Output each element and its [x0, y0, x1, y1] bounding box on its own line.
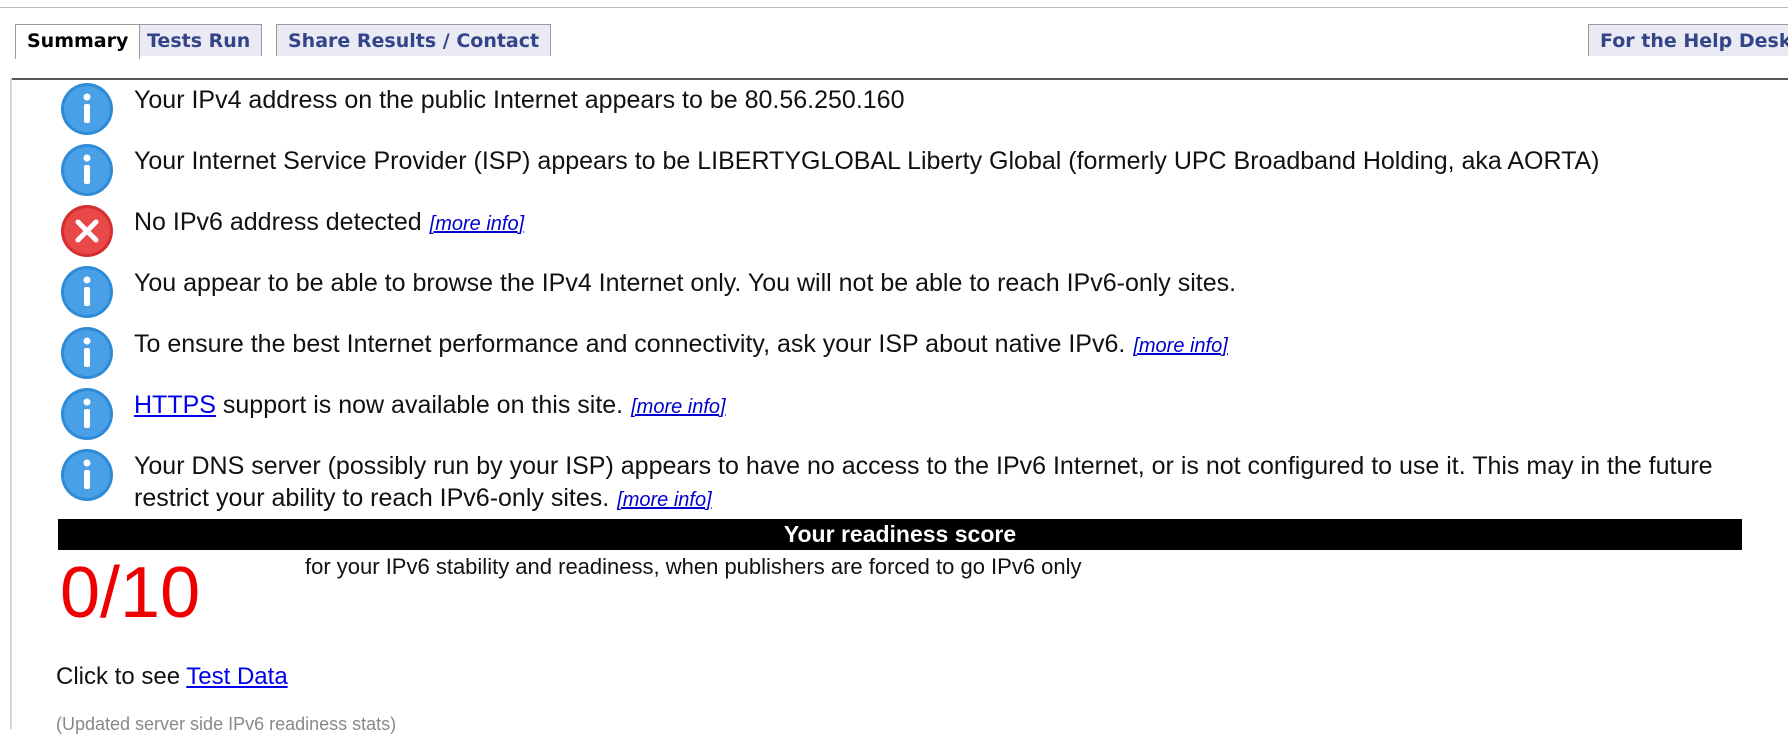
- result-text: HTTPS support is now available on this s…: [134, 389, 726, 423]
- result-text: You appear to be able to browse the IPv4…: [134, 269, 1237, 297]
- top-divider: [0, 7, 1788, 8]
- info-icon: [60, 326, 114, 380]
- test-data-line: Click to see Test Data: [56, 662, 288, 692]
- readiness-score-heading: Your readiness score: [58, 519, 1742, 550]
- result-text: Your IPv4 address on the public Internet…: [134, 86, 905, 114]
- info-icon: [60, 82, 114, 136]
- tab-share-results-contact[interactable]: Share Results / Contact: [276, 24, 552, 56]
- tab-tests-run[interactable]: Tests Run: [135, 24, 263, 56]
- more-info-link[interactable]: [more info]: [617, 489, 711, 511]
- test-data-link[interactable]: Test Data: [186, 663, 287, 690]
- info-icon: [60, 387, 114, 441]
- info-icon: [60, 448, 114, 502]
- result-text-body: To ensure the best Internet performance …: [134, 330, 1126, 358]
- readiness-score-description: for your IPv6 stability and readiness, w…: [305, 554, 1082, 579]
- test-data-prefix: Click to see: [56, 663, 187, 690]
- result-text: Your DNS server (possibly run by your IS…: [134, 450, 1754, 516]
- panel-border: [10, 78, 12, 729]
- tab-summary[interactable]: Summary: [15, 24, 141, 59]
- more-info-link[interactable]: [more info]: [430, 213, 524, 235]
- tab-help-desk[interactable]: For the Help Desk: [1588, 24, 1788, 56]
- info-icon: [60, 265, 114, 319]
- result-text: To ensure the best Internet performance …: [134, 328, 1228, 362]
- info-icon: [60, 143, 114, 197]
- more-info-link[interactable]: [more info]: [1133, 335, 1227, 357]
- tab-underline: [10, 78, 1788, 80]
- readiness-score-value: 0/10: [60, 553, 201, 633]
- result-text-body: support is now available on this site.: [215, 391, 624, 419]
- more-info-link[interactable]: [more info]: [631, 396, 725, 418]
- result-text: No IPv6 address detected [more info]: [134, 206, 524, 240]
- tab-bar: Summary Tests Run Share Results / Contac…: [0, 24, 1788, 80]
- result-text-body: No IPv6 address detected: [134, 208, 422, 236]
- page-title-clipped: [0, 0, 1788, 6]
- result-text: Your Internet Service Provider (ISP) app…: [134, 147, 1600, 175]
- error-icon: [60, 204, 114, 258]
- result-text-body: Your DNS server (possibly run by your IS…: [134, 452, 1713, 512]
- updated-stats-note[interactable]: (Updated server side IPv6 readiness stat…: [56, 713, 396, 735]
- https-link[interactable]: HTTPS: [134, 391, 216, 419]
